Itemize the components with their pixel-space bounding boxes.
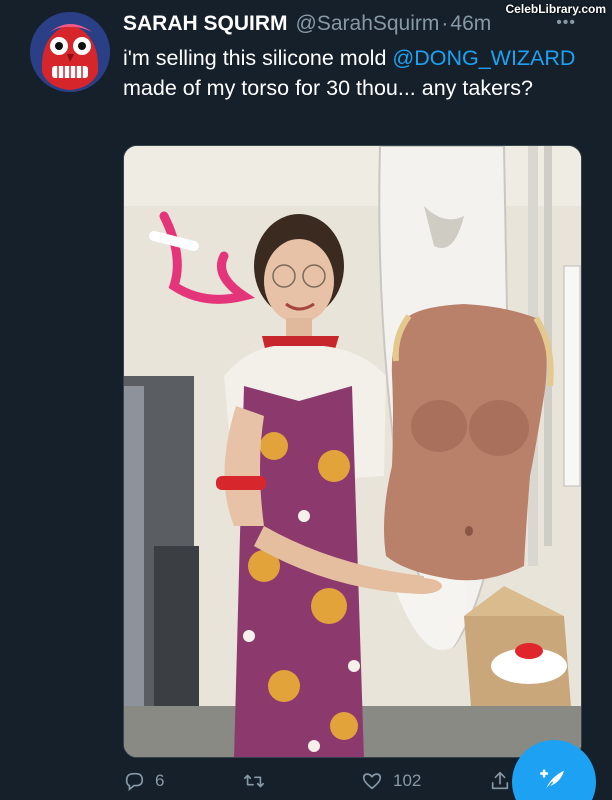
retweet-icon xyxy=(244,774,264,788)
avatar-image xyxy=(30,12,110,92)
tweet-text-end: made of my torso for 30 thou... any take… xyxy=(123,76,533,100)
tweet-text: i'm selling this silicone mold @DONG_WIZ… xyxy=(123,43,593,103)
tweet-actions: 6 102 xyxy=(123,770,523,792)
retweet-button[interactable] xyxy=(243,770,361,792)
compose-tweet-icon xyxy=(539,769,564,792)
tweet-header: SARAH SQUIRM @SarahSquirm · 46m xyxy=(123,12,491,36)
avatar[interactable] xyxy=(30,12,110,92)
display-name[interactable]: SARAH SQUIRM xyxy=(123,12,288,36)
reply-button[interactable]: 6 xyxy=(123,770,243,792)
tweet-text-start: i'm selling this silicone mold xyxy=(123,46,393,70)
like-button[interactable]: 102 xyxy=(361,770,489,792)
reply-icon xyxy=(125,772,144,791)
tweet-time[interactable]: 46m xyxy=(450,12,491,36)
share-icon xyxy=(491,771,509,790)
photo-image xyxy=(124,146,581,757)
like-count: 102 xyxy=(393,771,422,790)
user-handle[interactable]: @SarahSquirm xyxy=(296,12,440,36)
heart-icon xyxy=(362,773,382,790)
tweet-screen: CelebLibrary.com SARAH SQUIRM @SarahSqui… xyxy=(0,0,612,800)
reply-count: 6 xyxy=(155,771,165,790)
tweet-photo[interactable] xyxy=(123,145,582,758)
more-horizontal-icon[interactable]: ••• xyxy=(556,14,576,32)
share-button[interactable] xyxy=(489,770,511,792)
mention-link[interactable]: @DONG_WIZARD xyxy=(392,46,575,70)
separator-dot: · xyxy=(441,12,449,35)
